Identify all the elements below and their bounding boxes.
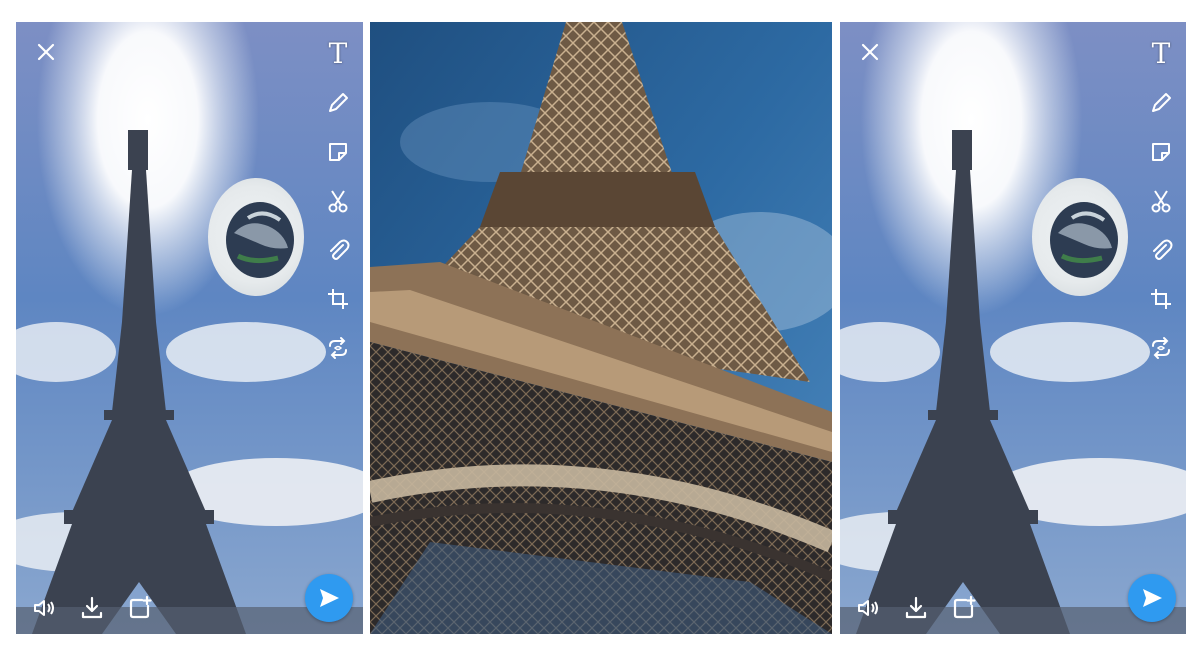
send-button[interactable] — [305, 574, 353, 622]
snap-editor-right: T — [840, 22, 1186, 634]
sticker-icon — [1152, 143, 1170, 161]
text-tool-button[interactable]: T — [323, 36, 353, 72]
edit-toolbar: T — [1144, 36, 1178, 366]
crop-button[interactable] — [1146, 281, 1176, 317]
loop-icon — [329, 337, 347, 359]
add-story-icon[interactable] — [950, 594, 978, 622]
speaker-icon[interactable] — [854, 594, 882, 622]
scissors-icon — [328, 190, 348, 213]
loop-button[interactable] — [1146, 330, 1176, 366]
eiffel-tower-photo — [840, 22, 1186, 634]
send-icon — [320, 589, 339, 607]
crop-icon — [328, 289, 348, 309]
crop-icon — [1151, 289, 1171, 309]
bottom-actions — [854, 594, 978, 622]
download-icon[interactable] — [902, 594, 930, 622]
download-icon[interactable] — [78, 594, 106, 622]
loop-icon — [1152, 337, 1170, 359]
pencil-icon — [329, 93, 348, 112]
sticker-icon — [329, 143, 347, 161]
edit-toolbar: T — [321, 36, 355, 366]
close-icon[interactable] — [856, 38, 884, 66]
paperclip-button[interactable] — [1146, 232, 1176, 268]
scissors-button[interactable] — [1146, 183, 1176, 219]
speaker-icon[interactable] — [30, 594, 58, 622]
eiffel-tower-closeup — [370, 22, 832, 634]
send-button[interactable] — [1128, 574, 1176, 622]
close-icon[interactable] — [32, 38, 60, 66]
scissors-icon — [1151, 190, 1171, 213]
loop-button[interactable] — [323, 330, 353, 366]
paperclip-button[interactable] — [323, 232, 353, 268]
pencil-icon — [1152, 93, 1171, 112]
bottom-actions — [30, 594, 154, 622]
text-tool-button[interactable]: T — [1146, 36, 1176, 72]
snap-editor-left: T — [16, 22, 363, 634]
send-icon — [1143, 589, 1162, 607]
pencil-button[interactable] — [323, 85, 353, 121]
eiffel-tower-photo — [16, 22, 363, 634]
crop-button[interactable] — [323, 281, 353, 317]
text-tool-icon: T — [1151, 37, 1171, 70]
sticker-button[interactable] — [1146, 134, 1176, 170]
paperclip-icon — [330, 239, 350, 260]
sticker-button[interactable] — [323, 134, 353, 170]
text-tool-icon: T — [328, 37, 348, 70]
globe-sticker[interactable] — [1032, 178, 1128, 296]
scissors-button[interactable] — [323, 183, 353, 219]
add-story-icon[interactable] — [126, 594, 154, 622]
paperclip-icon — [1153, 239, 1173, 260]
pencil-button[interactable] — [1146, 85, 1176, 121]
tower-closeup-photo — [370, 22, 832, 634]
globe-sticker[interactable] — [208, 178, 304, 296]
